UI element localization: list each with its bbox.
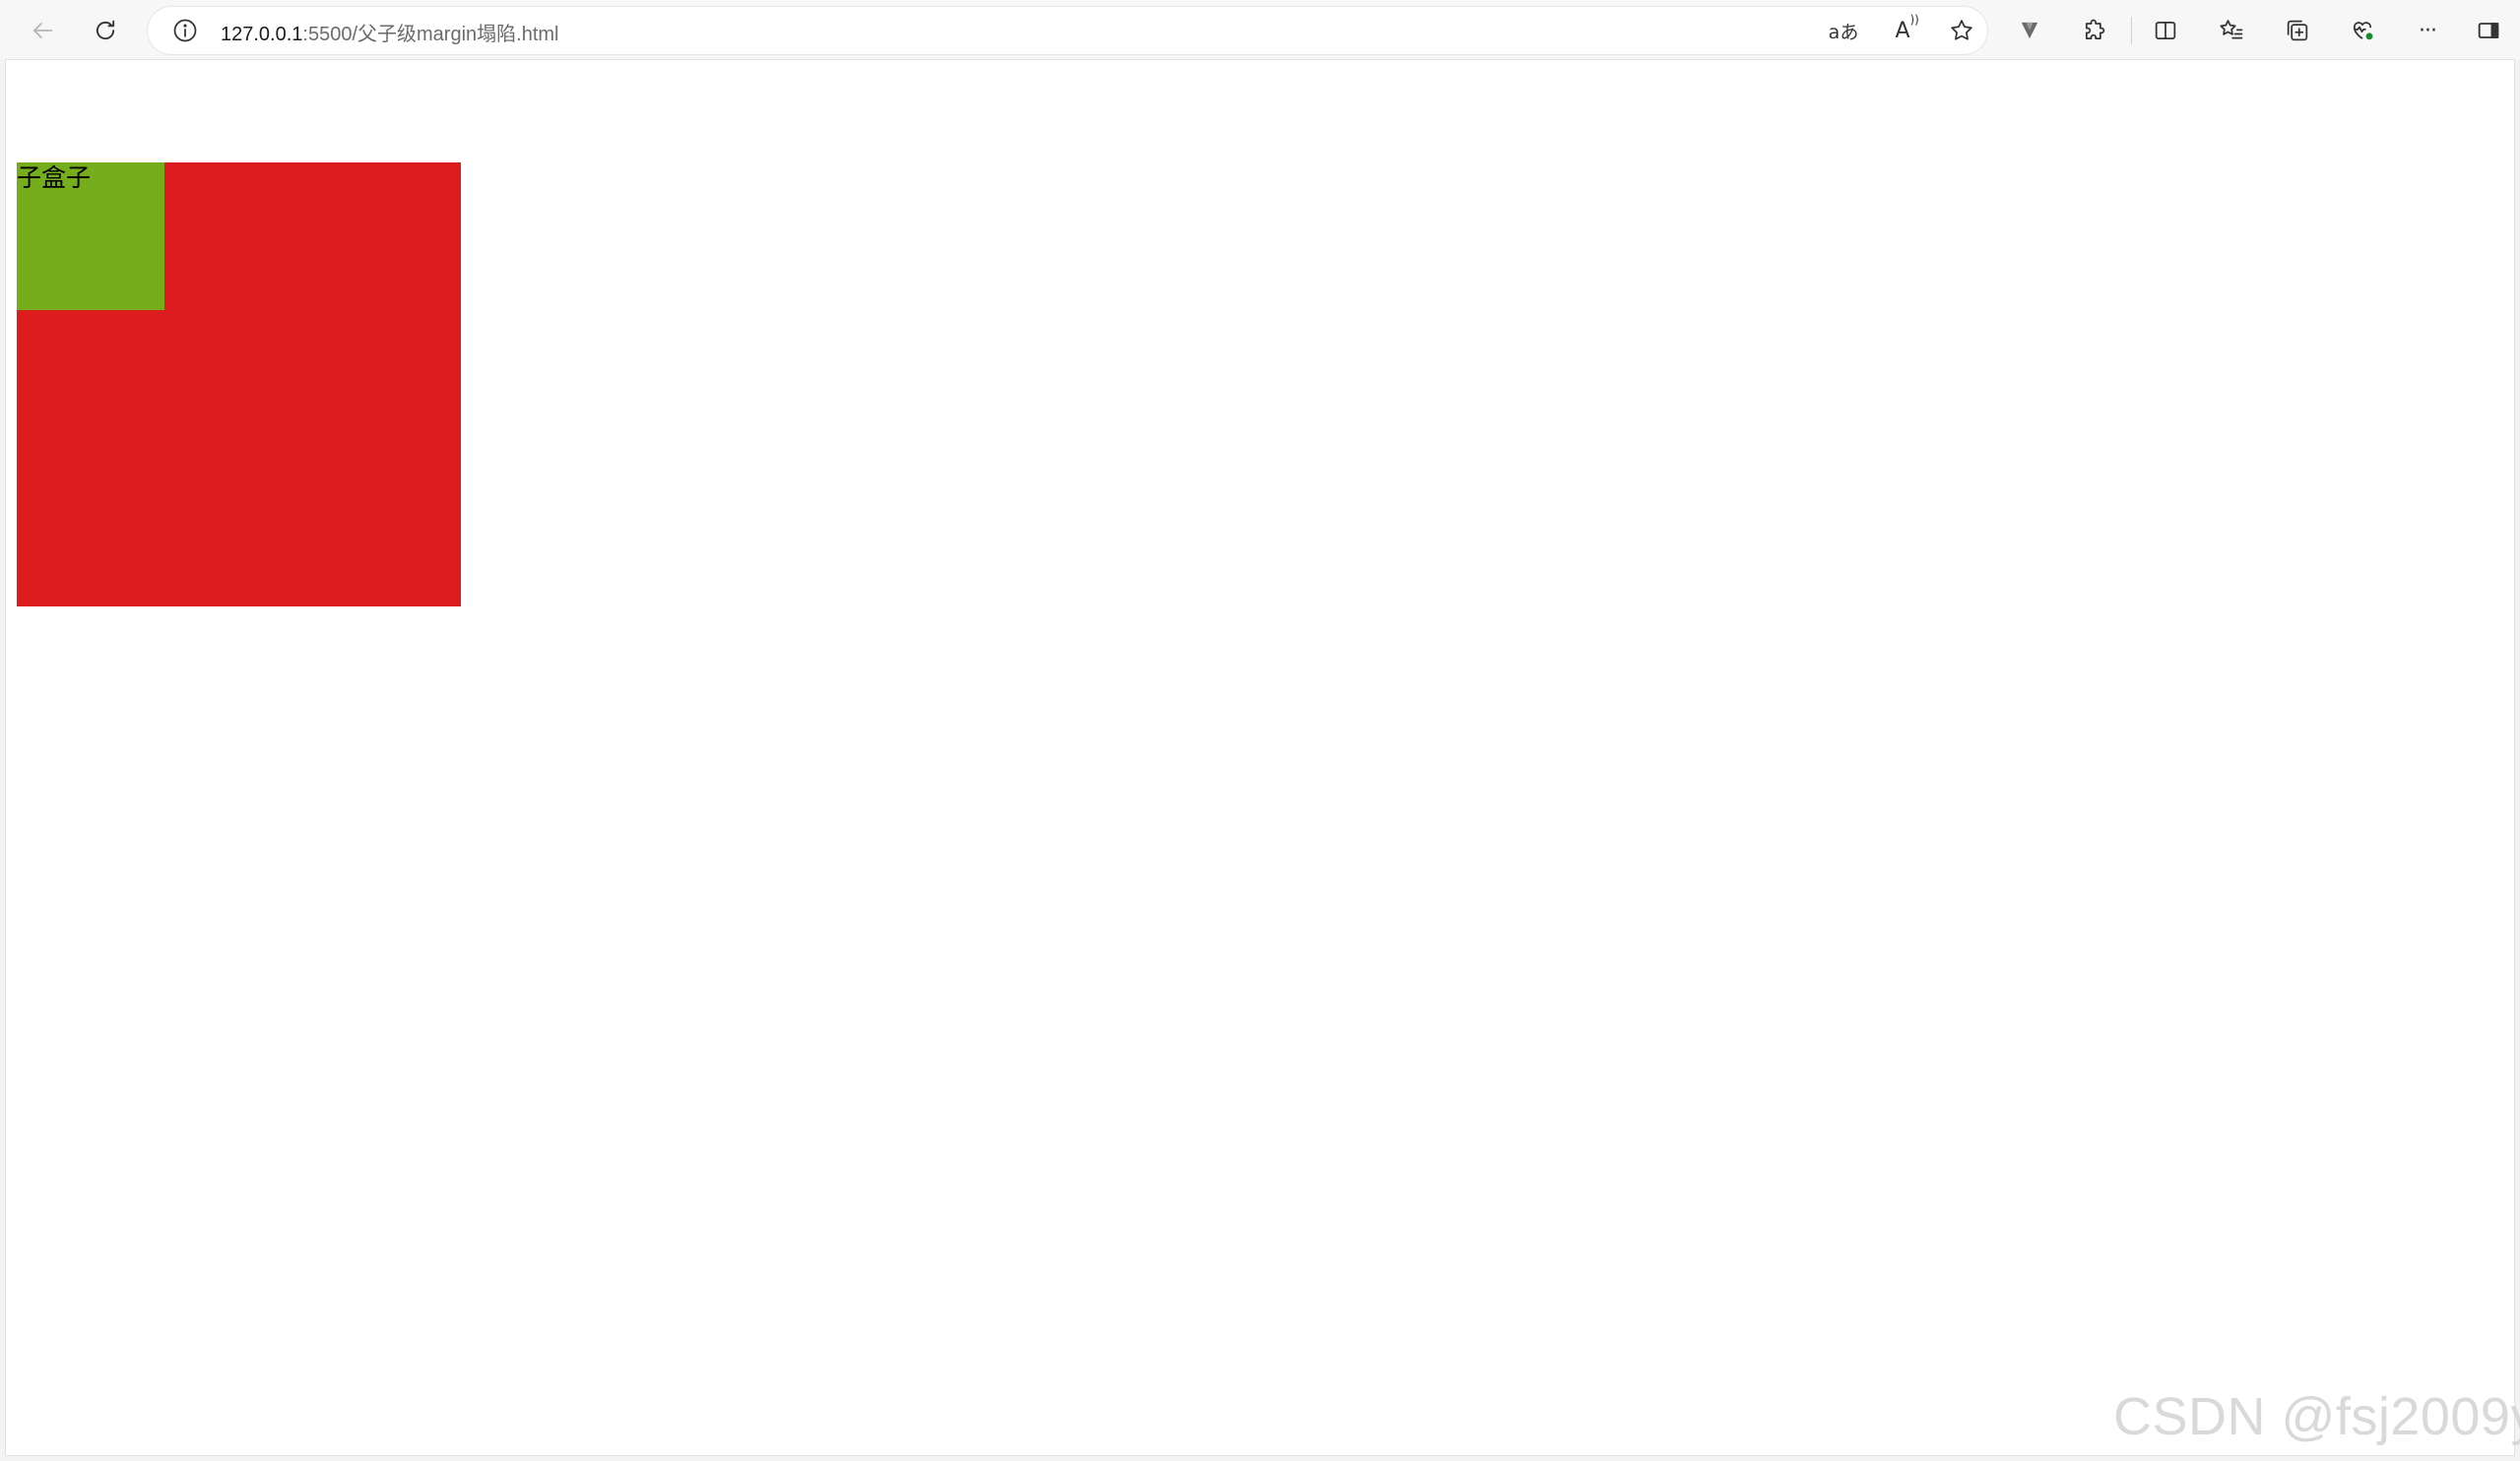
- info-icon[interactable]: [171, 17, 199, 44]
- translate-icon: aあ: [1828, 21, 1859, 43]
- favorites-list-icon: [2220, 20, 2243, 39]
- child-box-text: 子盒子: [17, 163, 92, 192]
- address-bar[interactable]: 127.0.0.1:5500/父子级margin塌陷.html aあ A)): [148, 7, 1987, 54]
- extension-button[interactable]: [2011, 12, 2048, 49]
- url-path: :5500/父子级margin塌陷.html: [302, 24, 559, 45]
- extensions-menu-button[interactable]: [2076, 12, 2113, 49]
- url-host: 127.0.0.1: [221, 24, 303, 45]
- read-aloud-icon: A)): [1895, 12, 1919, 43]
- favorites-button[interactable]: [2213, 12, 2250, 49]
- back-arrow-icon: [32, 23, 53, 38]
- performance-button[interactable]: [2344, 12, 2381, 49]
- favorite-button[interactable]: [1946, 15, 1977, 46]
- sidebar-toggle-button[interactable]: [2470, 12, 2507, 49]
- split-screen-button[interactable]: [2147, 12, 2184, 49]
- read-aloud-button[interactable]: A)): [1887, 12, 1919, 46]
- back-button[interactable]: [20, 8, 65, 53]
- more-button[interactable]: ···: [2409, 12, 2446, 49]
- more-icon: ···: [2419, 18, 2437, 43]
- reload-button[interactable]: [83, 8, 128, 53]
- puzzle-icon: [2085, 19, 2105, 40]
- extension-icon: [2021, 22, 2038, 39]
- toolbar-separator: [2131, 17, 2132, 44]
- page-viewport: 子盒子: [6, 60, 2514, 1455]
- child-box: 子盒子: [17, 162, 164, 310]
- star-icon: [1951, 20, 1972, 40]
- split-screen-icon: [2155, 21, 2176, 40]
- reload-icon: [96, 20, 115, 40]
- translate-button[interactable]: aあ: [1828, 15, 1859, 46]
- browser-toolbar: 127.0.0.1:5500/父子级margin塌陷.html aあ A)) ·…: [0, 0, 2520, 60]
- collections-button[interactable]: [2279, 12, 2316, 49]
- read-aloud-glyph: A: [1895, 18, 1910, 43]
- sidebar-toggle-icon: [2478, 23, 2499, 38]
- collections-icon: [2287, 20, 2308, 41]
- parent-box: 子盒子: [17, 162, 461, 606]
- url-text[interactable]: 127.0.0.1:5500/父子级margin塌陷.html: [221, 18, 559, 46]
- watermark-text: CSDN @fsj2009yx: [2113, 1387, 2520, 1446]
- heart-pulse-icon: [2353, 22, 2374, 41]
